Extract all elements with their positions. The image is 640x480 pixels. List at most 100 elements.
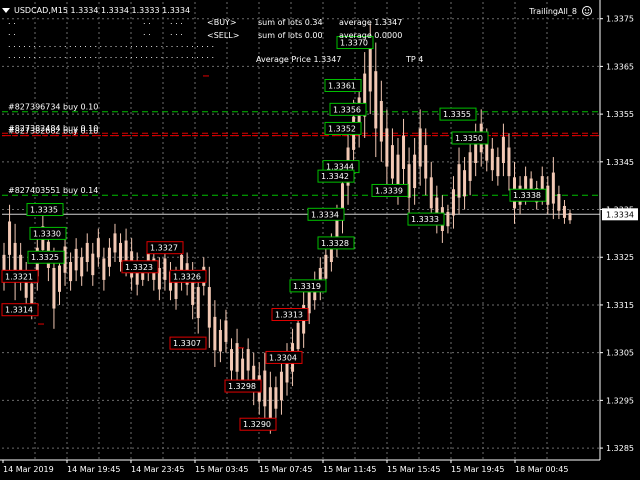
x-tick-label: 18 Mar 00:45 [515,465,568,474]
price-label-text: 1.3350 [455,134,483,143]
price-label-box: 1.3355 [439,107,477,121]
candle-body [390,145,394,179]
mid-dots-2: . . [143,28,151,37]
price-label-text: 1.3326 [173,272,201,281]
x-tick-label: 15 Mar 03:45 [195,465,248,474]
candle-body [224,320,228,342]
candle-body [218,329,222,352]
price-label-text: 1.3355 [443,110,471,119]
candle-body [57,265,61,292]
candle-body [496,157,500,177]
candle-body [424,145,428,179]
average-price: Average Price 1.3347 [256,55,341,64]
price-label-text: 1.3321 [5,272,33,281]
price-label-text: 1.3339 [375,186,403,195]
candle-body [96,238,100,258]
price-label-box: 1.3323 [121,260,159,274]
y-tick-label: 1.3345 [606,158,634,167]
price-label-text: 1.3342 [321,172,349,181]
candle-body [246,349,250,371]
order-label: #827403551 buy 0.14 [8,186,98,195]
y-tick-label: 1.3365 [606,62,634,71]
candle-body [413,154,417,189]
candle-body [263,370,267,407]
price-label-box: 1.3326 [169,269,207,283]
y-tick-label: 1.3295 [606,396,634,405]
candle-body [324,254,328,279]
price-label-text: 1.3335 [30,206,58,215]
candle-body [446,211,450,227]
candle-body [279,371,283,401]
price-label-box: 1.3325 [27,250,65,264]
price-label-box: 1.3352 [324,121,362,135]
price-label-box: 1.3307 [169,336,207,350]
x-tick-label: 15 Mar 15:45 [387,465,440,474]
candle-body [213,316,217,351]
y-tick-label: 1.3315 [606,301,634,310]
x-tick-label: 15 Mar 07:45 [259,465,312,474]
price-label-box: 1.3314 [1,303,39,317]
candle-body [385,128,389,167]
x-tick-label: 14 Mar 19:45 [67,465,120,474]
x-tick-label: 14 Mar 2019 [3,465,54,474]
candle-body [468,152,472,181]
y-tick-label: 1.3325 [606,253,634,262]
candle-body [557,194,561,211]
price-label-box: 1.3321 [1,269,39,283]
price-label-box: 1.3334 [307,207,345,221]
price-label-box: 1.3304 [265,350,303,364]
price-label-box: 1.3356 [329,102,367,116]
candle-body [368,46,372,92]
candle-body [296,322,300,350]
y-tick-label: 1.3355 [606,110,634,119]
price-chart[interactable]: #827396734 buy 0.10#827382484 buy 0.10#8… [0,0,640,480]
candle-body [396,154,400,189]
candle-body [85,242,89,263]
candle-body [196,287,200,319]
price-label-box: 1.3327 [146,241,184,255]
order-label: #827396734 buy 0.10 [8,103,98,112]
price-label-box: 1.3330 [29,226,67,240]
mid-dots-4: . . . [170,28,183,37]
price-label-text: 1.3314 [5,306,33,315]
order-label: #827382682 buy 0.10 [8,127,98,136]
price-label-box: 1.3350 [451,131,489,145]
candle-body [457,164,461,198]
price-label-text: 1.3298 [228,382,256,391]
price-label-box: 1.3361 [324,78,362,92]
candle-body [52,267,56,309]
candle-body [241,358,245,381]
x-tick-label: 15 Mar 19:45 [451,465,504,474]
candle-body [463,170,467,197]
price-label-text: 1.3361 [328,81,356,90]
expert-name: TrailingAll_8 [528,7,577,16]
price-label-text: 1.3330 [33,229,61,238]
price-label-text: 1.3325 [31,253,59,262]
price-label-text: 1.3327 [150,244,178,253]
dotted-line-2: . . [8,28,16,37]
candle-body [207,287,211,328]
price-label-box: 1.3342 [317,169,355,183]
candle-body [402,135,406,169]
price-label-box: 1.3319 [289,279,327,293]
candle-body [268,387,272,419]
price-label-text: 1.3304 [269,353,297,362]
candle-body [379,100,383,142]
candle-body [163,258,167,280]
dotted-line-1: . . [8,17,16,26]
price-label-box: 1.3335 [26,203,64,217]
candle-body [107,247,111,267]
price-label-box: 1.3290 [239,417,277,431]
price-label-box: 1.3298 [224,379,262,393]
price-label-text: 1.3307 [173,339,201,348]
price-label-text: 1.3323 [125,263,153,272]
dotted-line-3: . . . . . . . . . . . . . . . . . . . . … [8,40,214,49]
take-profit: TP 4 [405,55,423,64]
dotted-line-4: . . . . . . . . . . . . . . . . . . . . … [8,51,214,60]
x-tick-label: 14 Mar 23:45 [131,465,184,474]
sell-average: average 0.0000 [339,31,402,40]
price-label-text: 1.3328 [321,239,349,248]
candle-body [546,185,550,205]
candle-body [113,233,117,253]
candle-body [69,262,73,282]
